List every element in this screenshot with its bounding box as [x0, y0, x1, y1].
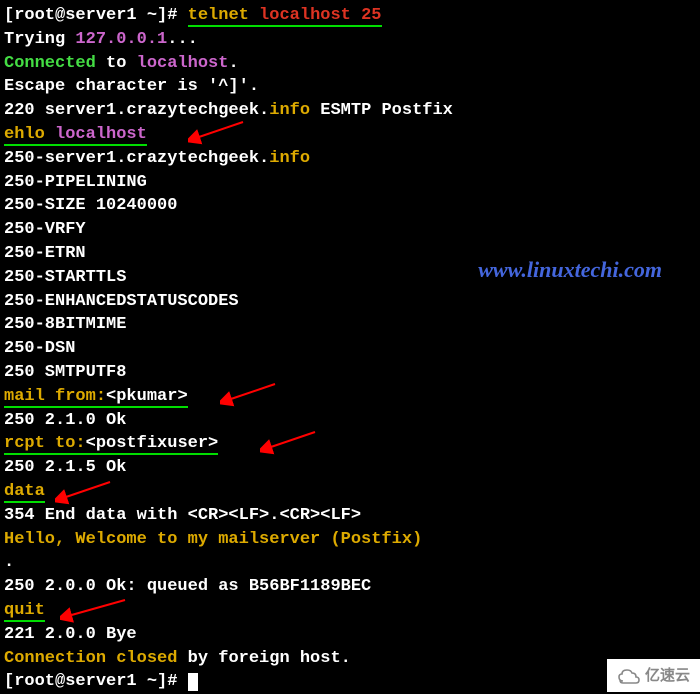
ok2-line: 250 2.1.5 Ok	[4, 456, 696, 480]
connected-line: Connected to localhost.	[4, 52, 696, 76]
logo-badge: 亿速云	[607, 659, 700, 692]
logo-text: 亿速云	[645, 665, 690, 686]
closed-line: Connection closed by foreign host.	[4, 647, 696, 671]
queued-line: 250 2.0.0 Ok: queued as B56BF1189BEC	[4, 575, 696, 599]
250-line-1: 250-server1.crazytechgeek.info	[4, 147, 696, 171]
prompt-line-1: [root@server1 ~]# telnet localhost 25	[4, 4, 696, 28]
250-line-2: 250-PIPELINING	[4, 171, 696, 195]
escape-line: Escape character is '^]'.	[4, 75, 696, 99]
data-line: data	[4, 480, 696, 504]
watermark-text: www.linuxtechi.com	[478, 255, 662, 286]
250-line-9: 250-DSN	[4, 337, 696, 361]
dot-line: .	[4, 551, 696, 575]
banner-line: 220 server1.crazytechgeek.info ESMTP Pos…	[4, 99, 696, 123]
bye-line: 221 2.0.0 Bye	[4, 623, 696, 647]
rcpt-line: rcpt to:<postfixuser>	[4, 432, 696, 456]
250-line-7: 250-ENHANCEDSTATUSCODES	[4, 290, 696, 314]
cursor-icon	[188, 673, 198, 691]
ehlo-line: ehlo localhost	[4, 123, 696, 147]
cloud-icon	[617, 667, 641, 685]
250-line-8: 250-8BITMIME	[4, 313, 696, 337]
quit-line: quit	[4, 599, 696, 623]
data-resp-line: 354 End data with <CR><LF>.<CR><LF>	[4, 504, 696, 528]
msg-body-line: Hello, Welcome to my mailserver (Postfix…	[4, 528, 696, 552]
prompt-line-2: [root@server1 ~]#	[4, 670, 696, 694]
ok1-line: 250 2.1.0 Ok	[4, 409, 696, 433]
250-line-10: 250 SMTPUTF8	[4, 361, 696, 385]
mailfrom-line: mail from:<pkumar>	[4, 385, 696, 409]
250-line-4: 250-VRFY	[4, 218, 696, 242]
trying-line: Trying 127.0.0.1...	[4, 28, 696, 52]
250-line-3: 250-SIZE 10240000	[4, 194, 696, 218]
